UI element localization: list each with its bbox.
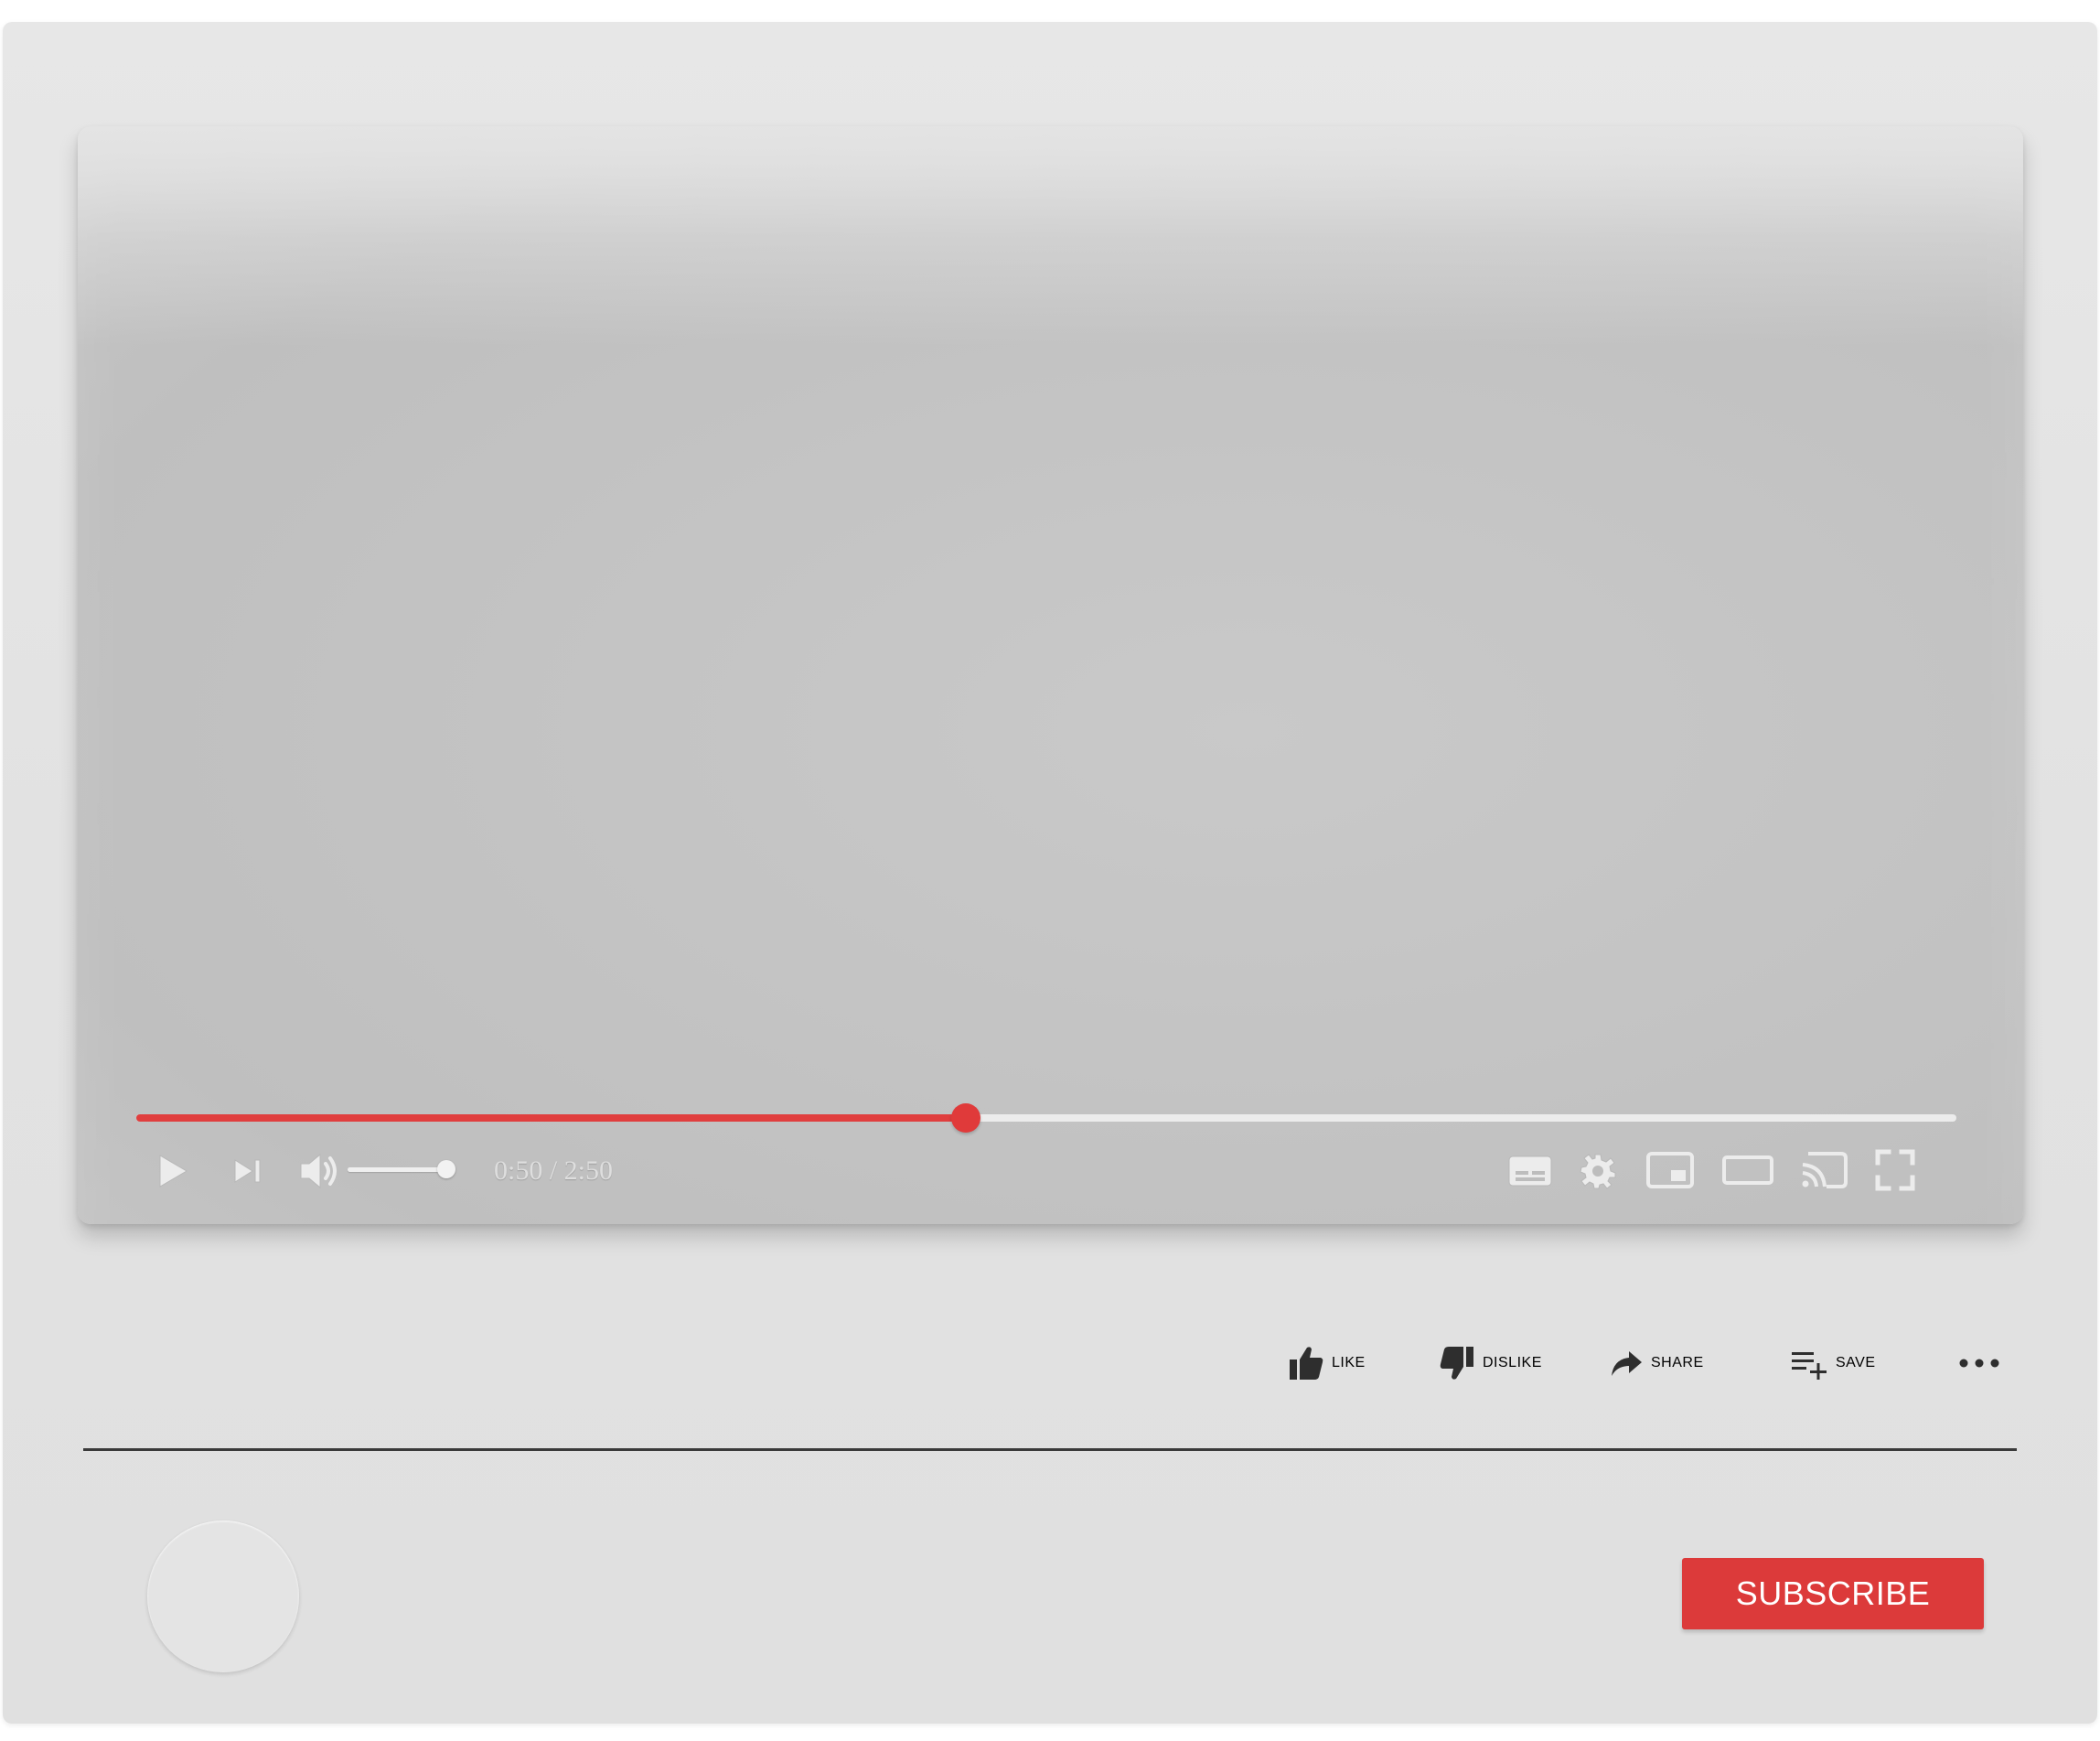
thumbs-up-icon: [1290, 1347, 1323, 1380]
cast-button[interactable]: [1797, 1147, 1850, 1193]
cast-icon: [1802, 1152, 1848, 1188]
more-icon: [1959, 1359, 1999, 1368]
progress-thumb[interactable]: [951, 1103, 981, 1133]
subscribe-button[interactable]: SUBSCRIBE: [1682, 1558, 1984, 1629]
channel-avatar[interactable]: [147, 1521, 299, 1672]
volume-thumb[interactable]: [437, 1160, 455, 1178]
next-icon: [234, 1159, 261, 1183]
subtitles-icon: [1508, 1155, 1552, 1187]
share-icon: [1612, 1351, 1642, 1376]
time-display: 0:50 / 2:50: [494, 1155, 614, 1186]
miniplayer-icon: [1646, 1152, 1694, 1188]
settings-icon: [1580, 1154, 1616, 1189]
volume-button[interactable]: [297, 1149, 343, 1193]
video-card: 0:50 / 2:50 LIKE DISLIKE SHARE SAVE SUBS…: [3, 22, 2097, 1724]
fullscreen-icon: [1875, 1149, 1915, 1191]
save-label: SAVE: [1836, 1355, 1876, 1370]
share-label: SHARE: [1651, 1355, 1704, 1370]
volume-icon: [300, 1153, 337, 1189]
next-button[interactable]: [230, 1153, 266, 1189]
progress-bar[interactable]: [136, 1103, 1956, 1133]
video-player[interactable]: 0:50 / 2:50: [78, 126, 2023, 1224]
subtitles-button[interactable]: [1505, 1149, 1556, 1193]
volume-slider[interactable]: [348, 1160, 455, 1178]
miniplayer-button[interactable]: [1644, 1147, 1697, 1193]
settings-button[interactable]: [1576, 1149, 1620, 1193]
dislike-button[interactable]: DISLIKE: [1439, 1338, 1542, 1389]
like-label: LIKE: [1332, 1355, 1366, 1370]
theater-mode-button[interactable]: [1720, 1147, 1775, 1193]
play-button[interactable]: [153, 1151, 193, 1191]
theater-mode-icon: [1722, 1155, 1773, 1185]
dislike-label: DISLIKE: [1483, 1355, 1542, 1370]
save-button[interactable]: SAVE: [1790, 1338, 1876, 1389]
playlist-add-icon: [1792, 1352, 1827, 1380]
more-button[interactable]: [1958, 1338, 2004, 1389]
video-surface: [78, 126, 2023, 346]
fullscreen-button[interactable]: [1872, 1145, 1918, 1195]
share-button[interactable]: SHARE: [1609, 1338, 1704, 1389]
play-icon: [159, 1155, 188, 1188]
divider: [83, 1448, 2017, 1451]
like-button[interactable]: LIKE: [1288, 1338, 1366, 1389]
thumbs-down-icon: [1440, 1347, 1473, 1380]
progress-fill: [136, 1114, 967, 1122]
